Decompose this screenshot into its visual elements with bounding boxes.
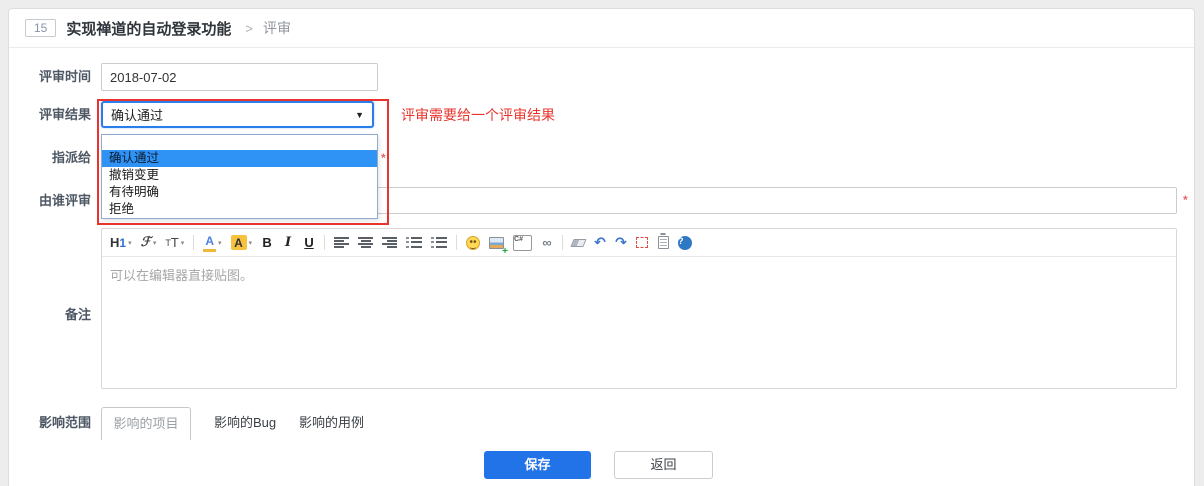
- remove-format-button[interactable]: [570, 234, 587, 252]
- caret-down-icon: ▾: [248, 239, 253, 247]
- help-icon: ?: [678, 235, 693, 250]
- reviewed-by-label: 由谁评审: [38, 193, 91, 208]
- align-center-button[interactable]: [358, 234, 374, 252]
- story-id-badge: 15: [25, 19, 57, 37]
- ordered-list-icon: [406, 237, 423, 248]
- italic-button[interactable]: I: [282, 234, 294, 252]
- underline-button[interactable]: U: [303, 234, 315, 252]
- save-button[interactable]: 保存: [484, 451, 591, 479]
- highlight-color-button[interactable]: A ▾: [230, 234, 253, 252]
- caret-down-icon: ▾: [180, 239, 185, 247]
- unordered-list-button[interactable]: [431, 234, 448, 252]
- editor-toolbar: H 1 ▾ ℱ ▾ T T ▾ A ▾ A ▾ B I U + C# ∞ ↶ ↷…: [102, 229, 1176, 257]
- review-form-panel: 15 实现禅道的自动登录功能 > 评审 评审时间 评审结果 确认通过 ▼ 确认通…: [8, 8, 1195, 486]
- fullscreen-icon: [636, 237, 649, 248]
- caret-down-icon: ▾: [152, 239, 157, 247]
- tab-affected-cases[interactable]: 影响的用例: [299, 407, 364, 440]
- fullscreen-button[interactable]: [636, 234, 649, 252]
- review-result-dropdown: 确认通过 撤销变更 有待明确 拒绝: [101, 134, 378, 219]
- assigned-to-label: 指派给: [51, 150, 91, 165]
- page-title: 实现禅道的自动登录功能: [66, 20, 232, 38]
- breadcrumb-separator-icon: >: [245, 20, 253, 36]
- unordered-list-icon: [431, 237, 448, 248]
- help-button[interactable]: ?: [678, 234, 693, 252]
- assigned-to-required-mark: *: [381, 151, 386, 165]
- comment-rich-editor: H 1 ▾ ℱ ▾ T T ▾ A ▾ A ▾ B I U + C# ∞ ↶ ↷…: [101, 228, 1177, 389]
- toolbar-separator: [456, 235, 458, 250]
- annotation-text: 评审需要给一个评审结果: [401, 107, 555, 123]
- bold-button[interactable]: B: [261, 234, 273, 252]
- review-result-selected-value: 确认通过: [111, 108, 164, 123]
- align-left-icon: [334, 237, 350, 248]
- dropdown-option-pass[interactable]: 确认通过: [102, 150, 377, 167]
- tab-affected-projects[interactable]: 影响的项目: [101, 407, 191, 440]
- back-button[interactable]: 返回: [614, 451, 713, 479]
- align-right-button[interactable]: [382, 234, 398, 252]
- editor-content-area[interactable]: 可以在编辑器直接贴图。: [102, 257, 1176, 292]
- align-left-button[interactable]: [334, 234, 350, 252]
- image-icon: [489, 236, 505, 249]
- dropdown-option-revert[interactable]: 撤销变更: [102, 167, 377, 184]
- insert-link-button[interactable]: ∞: [541, 234, 553, 252]
- scope-label: 影响范围: [38, 415, 91, 430]
- dropdown-option-empty[interactable]: [102, 135, 377, 150]
- toolbar-separator: [562, 235, 564, 250]
- font-size-button[interactable]: T T ▾: [165, 234, 184, 252]
- font-color-button[interactable]: A ▾: [203, 234, 222, 252]
- review-result-label: 评审结果: [38, 107, 91, 122]
- toolbar-separator: [193, 235, 195, 250]
- redo-button[interactable]: ↷: [615, 234, 627, 252]
- caret-down-icon: ▾: [217, 239, 222, 247]
- breadcrumb-current: 评审: [262, 20, 291, 36]
- code-icon: C#: [513, 234, 533, 251]
- ordered-list-button[interactable]: [406, 234, 423, 252]
- select-dropdown-arrow-icon: ▼: [355, 109, 364, 120]
- font-family-button[interactable]: ℱ ▾: [141, 234, 157, 252]
- dropdown-option-clarify[interactable]: 有待明确: [102, 184, 377, 201]
- page-header: 15 实现禅道的自动登录功能 > 评审: [9, 9, 1194, 48]
- caret-down-icon: ▾: [128, 239, 132, 247]
- heading-button[interactable]: H 1 ▾: [110, 234, 132, 252]
- emoji-icon: [466, 235, 481, 250]
- paste-button[interactable]: [657, 234, 669, 252]
- dropdown-option-reject[interactable]: 拒绝: [102, 201, 377, 218]
- review-time-label: 评审时间: [38, 69, 91, 84]
- insert-image-button[interactable]: [489, 234, 505, 252]
- align-center-icon: [358, 237, 374, 248]
- link-icon: ∞: [542, 235, 552, 250]
- review-result-select[interactable]: 确认通过 ▼: [101, 101, 374, 128]
- clipboard-icon: [657, 236, 669, 249]
- toolbar-separator: [324, 235, 326, 250]
- undo-button[interactable]: ↶: [594, 234, 606, 252]
- review-time-input[interactable]: [101, 63, 378, 91]
- code-block-button[interactable]: C#: [513, 234, 533, 252]
- reviewed-by-required-mark: *: [1183, 193, 1188, 207]
- tab-affected-bugs[interactable]: 影响的Bug: [214, 407, 276, 440]
- emoji-button[interactable]: [466, 234, 481, 252]
- align-right-icon: [382, 237, 398, 248]
- comment-label: 备注: [64, 307, 91, 322]
- eraser-icon: [570, 238, 587, 247]
